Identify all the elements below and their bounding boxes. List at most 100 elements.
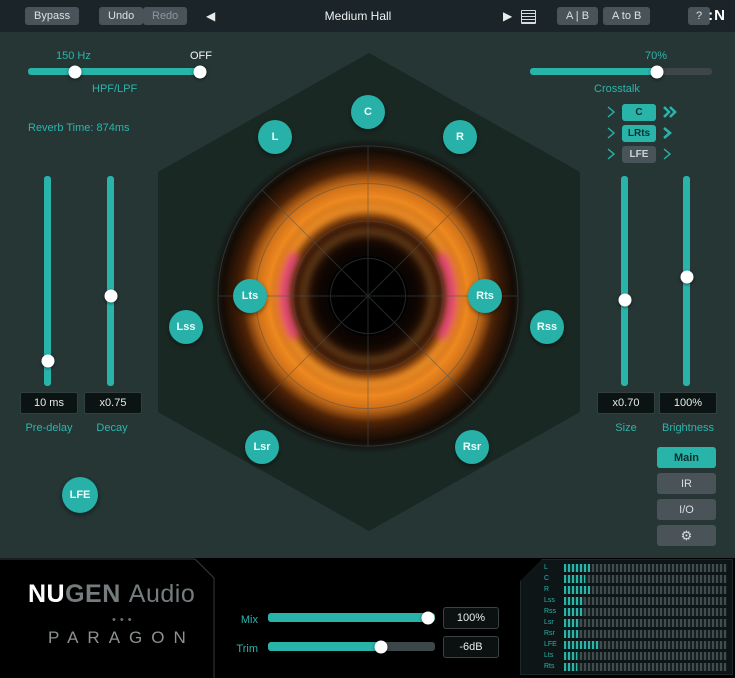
meter-strip [564,663,727,671]
top-toolbar: Bypass Undo Redo ◀ Medium Hall ▶ A | B A… [0,0,735,32]
channel-node-lss[interactable]: Lss [169,310,203,344]
trim-value[interactable]: -6dB [443,636,499,658]
preset-name[interactable]: Medium Hall [283,9,433,23]
decay-value[interactable]: x0.75 [84,392,142,414]
routing-lfe-button[interactable]: LFE [622,146,656,163]
chevron-right-outline-icon[interactable] [606,148,616,160]
nugen-logo: :N [708,7,726,24]
meter-strip [564,619,727,627]
meter-channel-label: R [544,585,564,595]
meter-strip [564,641,727,649]
trim-handle[interactable] [375,640,388,653]
predelay-handle[interactable] [41,355,54,368]
routing-lrts-button[interactable]: LRts [622,125,656,142]
meter-row: Lsr [544,618,729,628]
predelay-slider[interactable] [44,176,51,386]
size-value[interactable]: x0.70 [597,392,655,414]
crosstalk-label: Crosstalk [594,83,640,95]
chevron-right-outline-icon[interactable] [606,106,616,118]
channel-node-lfe[interactable]: LFE [62,477,98,513]
meter-row: R [544,585,729,595]
trim-label: Trim [228,643,258,655]
mix-slider[interactable] [268,613,435,622]
crosstalk-value-label: 70% [645,50,667,62]
chevron-right-outline-icon[interactable] [606,127,616,139]
channel-node-rts[interactable]: Rts [468,279,502,313]
channel-node-rsr[interactable]: Rsr [455,430,489,464]
meter-strip [564,630,727,638]
reverb-time-label: Reverb Time: 874ms [28,122,129,134]
bypass-button[interactable]: Bypass [25,7,79,25]
meter-channel-label: Rts [544,662,564,672]
meter-channel-label: L [544,563,564,573]
output-meters-panel: L C R Lss Rss Lsr [520,559,733,675]
meter-row: Lss [544,596,729,606]
meter-channel-label: C [544,574,564,584]
meter-channel-label: Rsr [544,629,564,639]
brand-nu: NU [28,580,65,608]
mix-value[interactable]: 100% [443,607,499,629]
footer-bar: NUGENAudio ••• PARAGON Mix 100% Trim -6d… [0,558,735,678]
previous-preset-icon[interactable]: ◀ [206,9,215,23]
next-preset-icon[interactable]: ▶ [503,9,512,23]
meter-strip [564,597,727,605]
decay-slider[interactable] [107,176,114,386]
mix-handle[interactable] [422,611,435,624]
routing-row-lrts: LRts [606,124,672,142]
meter-strip [564,608,727,616]
crosstalk-handle[interactable] [651,65,664,78]
paragon-plugin-window: Bypass Undo Redo ◀ Medium Hall ▶ A | B A… [0,0,735,678]
meter-row: Rsr [544,629,729,639]
chevron-double-right-icon[interactable] [662,106,677,118]
hpf-handle[interactable] [69,65,82,78]
hpf-lpf-label: HPF/LPF [92,83,137,95]
meter-channel-label: LFE [544,640,564,650]
brand-dots: ••• [112,614,136,626]
channel-node-lsr[interactable]: Lsr [245,430,279,464]
meter-row: Lts [544,651,729,661]
help-button[interactable]: ? [688,7,710,25]
size-label: Size [597,422,655,434]
brightness-value[interactable]: 100% [659,392,717,414]
channel-node-r[interactable]: R [443,120,477,154]
size-slider[interactable] [621,176,628,386]
main-panel: 150 Hz OFF HPF/LPF 70% Crosstalk Reverb … [0,32,735,558]
size-handle[interactable] [618,294,631,307]
predelay-value[interactable]: 10 ms [20,392,78,414]
io-tab-button[interactable]: I/O [657,499,716,520]
a-to-b-button[interactable]: A to B [603,7,650,25]
channel-node-lts[interactable]: Lts [233,279,267,313]
trim-slider[interactable] [268,642,435,651]
brand-wordmark: NUGENAudio [28,580,195,609]
channel-node-l[interactable]: L [258,120,292,154]
ir-tab-button[interactable]: IR [657,473,716,494]
chevron-right-outline-icon[interactable] [662,148,672,160]
meter-channel-label: Lts [544,651,564,661]
routing-c-button[interactable]: C [622,104,656,121]
brightness-slider[interactable] [683,176,690,386]
undo-button[interactable]: Undo [99,7,143,25]
meter-row: Rss [544,607,729,617]
routing-row-c: C [606,103,677,121]
channel-node-rss[interactable]: Rss [530,310,564,344]
meter-strip [564,575,727,583]
meter-strip [564,564,727,572]
main-tab-button[interactable]: Main [657,447,716,468]
meter-row: LFE [544,640,729,650]
channel-node-c[interactable]: C [351,95,385,129]
meter-strip [564,586,727,594]
meter-row: Rts [544,662,729,672]
ab-compare-button[interactable]: A | B [557,7,598,25]
decay-handle[interactable] [104,290,117,303]
predelay-label: Pre-delay [20,422,78,434]
preset-list-icon[interactable] [521,10,536,24]
product-name: PARAGON [48,628,195,648]
meter-strip [564,652,727,660]
brightness-handle[interactable] [680,271,693,284]
settings-gear-button[interactable]: ⚙ [657,525,716,546]
chevron-right-bold-icon[interactable] [662,127,672,139]
brand-audio: Audio [129,580,195,608]
redo-button[interactable]: Redo [143,7,187,25]
brightness-label: Brightness [652,422,724,434]
decay-label: Decay [84,422,140,434]
